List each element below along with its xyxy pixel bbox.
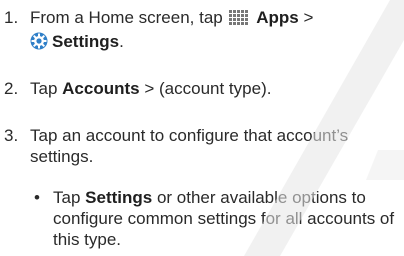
settings-gear-icon [30,32,48,55]
step-2: 2. Tap Accounts > (account type). [4,78,398,99]
step-3-bullet: • Tap Settings or other available option… [34,187,400,250]
bullet-text-before: Tap [53,188,81,207]
bullet-text: Tap Settings or other available options … [53,187,403,250]
step-2-text: Tap Accounts > (account type). [30,78,398,99]
instruction-page: 1. From a Home screen, tap Apps > Settin… [0,0,404,256]
step-3-number: 3. [4,126,19,145]
bullet-symbol: • [34,188,40,207]
step-3-text: Tap an account to configure that account… [30,126,349,166]
step-1-text-before: From a Home screen, tap [30,8,223,27]
step-3: 3. Tap an account to configure that acco… [4,125,398,167]
step-2-number: 2. [4,79,19,98]
settings-label: Settings [52,32,120,51]
apps-grid-icon [229,10,249,31]
step-1: 1. From a Home screen, tap Apps > Settin… [4,7,398,55]
apps-label: Apps [256,8,299,27]
step-1-end: . [119,32,124,51]
bullet-settings-label: Settings [85,188,153,207]
step-1-text: From a Home screen, tap Apps > Settings. [30,7,398,55]
step-1-separator: > [303,8,314,27]
step-2-text-after: > (account type). [144,79,272,98]
accounts-label: Accounts [62,79,140,98]
step-1-number: 1. [4,8,19,27]
step-2-text-before: Tap [30,79,58,98]
